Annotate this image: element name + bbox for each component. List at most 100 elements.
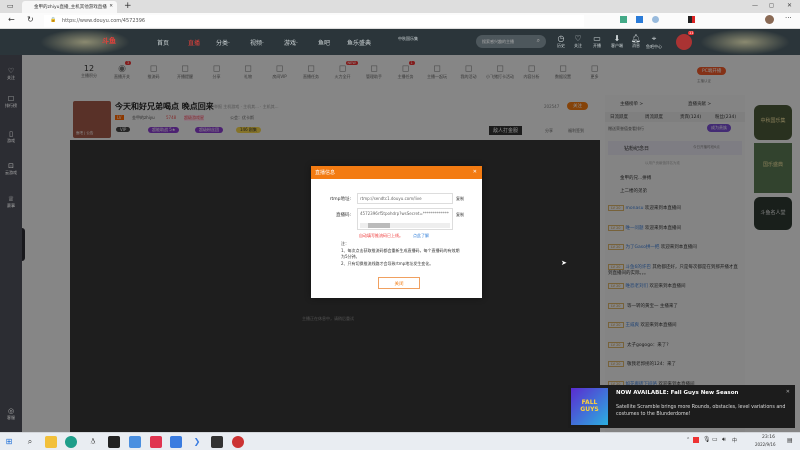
label: 鱼吧中心 (646, 44, 662, 49)
follow-button[interactable]: ♡ 关注 (568, 34, 588, 49)
clock-time[interactable]: 23:16 (762, 435, 775, 440)
nav-home[interactable]: 首页 (157, 38, 169, 47)
heart-icon: ♡ (7, 67, 15, 75)
minimize-button[interactable]: — (752, 2, 758, 9)
nav-video[interactable]: 视频· (250, 38, 264, 47)
learn-more-link[interactable]: 点此了解 (413, 233, 429, 239)
close-window-button[interactable]: ✕ (787, 2, 792, 9)
toast-notification[interactable]: FALL GUYS NOW AVAILABLE: Fall Guys New Se… (568, 385, 795, 428)
more-icon[interactable]: ··· (785, 14, 792, 22)
search-input[interactable]: 搜索感兴趣的主播 ⌕ (476, 35, 546, 48)
sidebar-item-ranking[interactable]: ☐ 排行榜 (0, 95, 22, 109)
app-icon[interactable] (232, 436, 244, 448)
qq-icon[interactable]: 🐧︎ (87, 436, 99, 448)
notification-center-icon[interactable]: ▤ (787, 437, 793, 444)
extension-icon[interactable] (688, 16, 695, 23)
clock-date[interactable]: 2022/9/16 (755, 442, 776, 447)
extension-icon[interactable] (652, 16, 659, 23)
refresh-icon[interactable]: ↻ (27, 15, 34, 24)
file-explorer-icon[interactable] (45, 436, 57, 448)
nav-category[interactable]: 分类· (216, 38, 230, 47)
extension-icon[interactable] (620, 16, 627, 23)
close-tab-icon[interactable]: ✕ (109, 4, 113, 9)
app-icon[interactable] (170, 436, 182, 448)
ime-indicator[interactable]: 中 (732, 437, 737, 444)
app-icon[interactable] (108, 436, 120, 448)
sidebar-item-cloud-game[interactable]: ⊡ 云游戏 (0, 162, 22, 176)
app-icon[interactable] (211, 436, 223, 448)
douyu-logo[interactable]: 斗鱼 (102, 36, 116, 46)
dialog-title: 直播信息 (315, 170, 336, 176)
key-label: 直播码: (335, 213, 351, 218)
promo-link[interactable]: 中秋国乐集 (398, 36, 418, 42)
profile-avatar[interactable] (765, 15, 774, 24)
url-text: https://www.douyu.com/4572396 (62, 18, 146, 24)
volume-icon[interactable]: 🔊︎ (722, 436, 726, 444)
site-header: 斗鱼 首页 直播 分类· 视频· 游戏· 鱼吧 鱼乐盛典 中秋国乐集 搜索感兴趣… (0, 29, 800, 55)
nav-game[interactable]: 游戏· (284, 38, 298, 47)
network-icon[interactable]: ▭ (712, 436, 718, 443)
tray-app-icon[interactable] (693, 437, 699, 443)
sidebar-item-events[interactable]: ♕ 赛事 (0, 195, 22, 209)
client-button[interactable]: ⬇ 客户端 (607, 34, 627, 49)
note-title: 注： (341, 241, 349, 246)
edge-icon[interactable] (65, 436, 77, 448)
stream-key-field[interactable]: 4572396rf5tpohdrp?wsSecret=************* (357, 208, 453, 230)
maximize-button[interactable]: ◻ (769, 2, 774, 9)
camera-icon: ▭ (593, 34, 601, 43)
label: 赛事 (7, 203, 15, 208)
fall-guys-logo: FALL GUYS (571, 388, 608, 425)
close-icon[interactable]: ✕ (473, 169, 477, 175)
mouse-cursor: ➤ (561, 259, 567, 267)
nav-live[interactable]: 直播 (188, 38, 200, 47)
nav-gala[interactable]: 鱼乐盛典 (347, 38, 371, 47)
label: 消息 (632, 43, 640, 48)
sidebar-item-game[interactable]: ▯ 游戏 (0, 130, 22, 144)
app-icon[interactable]: ❯ (191, 436, 203, 448)
search-icon[interactable]: ⌕ (537, 37, 540, 45)
service-icon: ◎ (7, 407, 15, 415)
sidebar-item-follow[interactable]: ♡ 关注 (0, 67, 22, 81)
sidebar-item-service[interactable]: ◎ 客服 (0, 407, 22, 421)
url-input[interactable]: 🔒 https://www.douyu.com/4572396 (44, 15, 584, 27)
close-notification-icon[interactable]: ✕ (786, 389, 790, 395)
close-button[interactable]: 关闭 (378, 277, 420, 289)
header-decoration (40, 29, 130, 55)
start-live-button[interactable]: ▭ 开播 (587, 34, 607, 49)
tab-actions-icon[interactable]: ▭ (7, 2, 14, 10)
copy-key-button[interactable]: 复制 (456, 212, 464, 218)
microphone-icon[interactable]: 🎙︎ (703, 436, 711, 443)
label: 客服 (7, 415, 15, 420)
dialog-header: 直播信息 ✕ (311, 166, 482, 179)
user-avatar[interactable] (676, 34, 692, 50)
download-icon: ⬇ (613, 34, 621, 43)
tray-chevron-icon[interactable]: ⌃ (686, 437, 690, 443)
left-sidebar: ♡ 关注 ☐ 排行榜 ▯ 游戏 ⊡ 云游戏 ♕ 赛事 ◎ 客服 (0, 55, 25, 432)
browser-tab[interactable]: 金甲的zhiyu直播_主机其他游戏直播 ✕ (22, 1, 117, 13)
new-tab-icon[interactable]: + (124, 1, 132, 11)
messages-button[interactable]: 🔔︎ 消息 (626, 34, 646, 49)
search-icon[interactable]: ⌕ (24, 436, 36, 448)
label: 客户端 (611, 43, 623, 48)
key-value: 4572396rf5tpohdrp?wsSecret=************* (360, 211, 449, 216)
label: 关注 (7, 75, 15, 80)
cloud-game-icon: ⊡ (8, 162, 14, 170)
warning-text: 自动填写推流码已上线。 (359, 233, 403, 238)
stream-info-dialog: 直播信息 ✕ rtmp地址: rtmp://sendtc1.douyu.com/l… (311, 166, 482, 298)
horizontal-scrollbar[interactable] (360, 223, 450, 228)
scrollbar-thumb[interactable] (368, 223, 390, 228)
trophy-icon: ♕ (7, 195, 15, 203)
location-icon: ⌖ (651, 34, 657, 43)
extension-icon[interactable] (636, 16, 643, 23)
tab-title: 金甲的zhiyu直播_主机其他游戏直播 (34, 5, 107, 10)
back-icon[interactable]: ← (8, 15, 15, 24)
app-icon[interactable] (129, 436, 141, 448)
label: 排行榜 (5, 103, 17, 108)
copy-rtmp-button[interactable]: 复制 (456, 196, 464, 202)
yuba-center-button[interactable]: ⌖ 鱼吧中心 (644, 34, 664, 50)
start-icon[interactable]: ⊞ (3, 436, 15, 448)
music-app-icon[interactable] (150, 436, 162, 448)
nav-yuba[interactable]: 鱼吧 (318, 38, 330, 47)
rtmp-field[interactable]: rtmp://sendtc1.douyu.com/live (357, 193, 453, 204)
avatar-badge: 11 (688, 31, 695, 35)
